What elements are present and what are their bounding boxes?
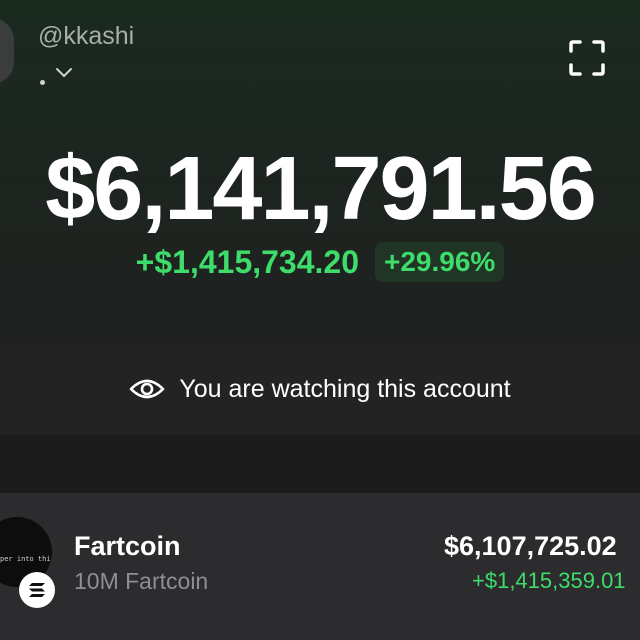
total-balance: $6,141,791.56 [45, 139, 597, 239]
asset-name: Fartcoin [74, 531, 181, 561]
balance-change: +$1,415,734.20 +29.96% [0, 240, 640, 284]
status-dot [40, 80, 45, 85]
avatar[interactable] [0, 18, 14, 84]
change-percent-badge: +29.96% [375, 242, 505, 282]
asset-row[interactable]: per into this Fartcoin 10M Fartcoin $6,1… [0, 493, 640, 640]
asset-quantity: 10M Fartcoin [74, 568, 209, 594]
watching-banner: You are watching this account [0, 343, 640, 435]
expand-icon[interactable] [567, 38, 607, 78]
change-amount: +$1,415,734.20 [135, 243, 359, 280]
solana-icon [19, 572, 55, 608]
token-image-text: per into this [0, 555, 52, 563]
chevron-down-icon[interactable] [55, 66, 73, 80]
watching-text: You are watching this account [179, 374, 511, 403]
asset-value: $6,107,725.02 [444, 531, 617, 561]
portfolio-header: @kkashi $6,141,791.56 +$1,415,734.20 +29… [0, 0, 640, 343]
username[interactable]: @kkashi [38, 22, 134, 51]
eye-icon [130, 379, 165, 399]
divider [0, 435, 640, 493]
asset-change: +$1,415,359.01 [472, 568, 626, 593]
